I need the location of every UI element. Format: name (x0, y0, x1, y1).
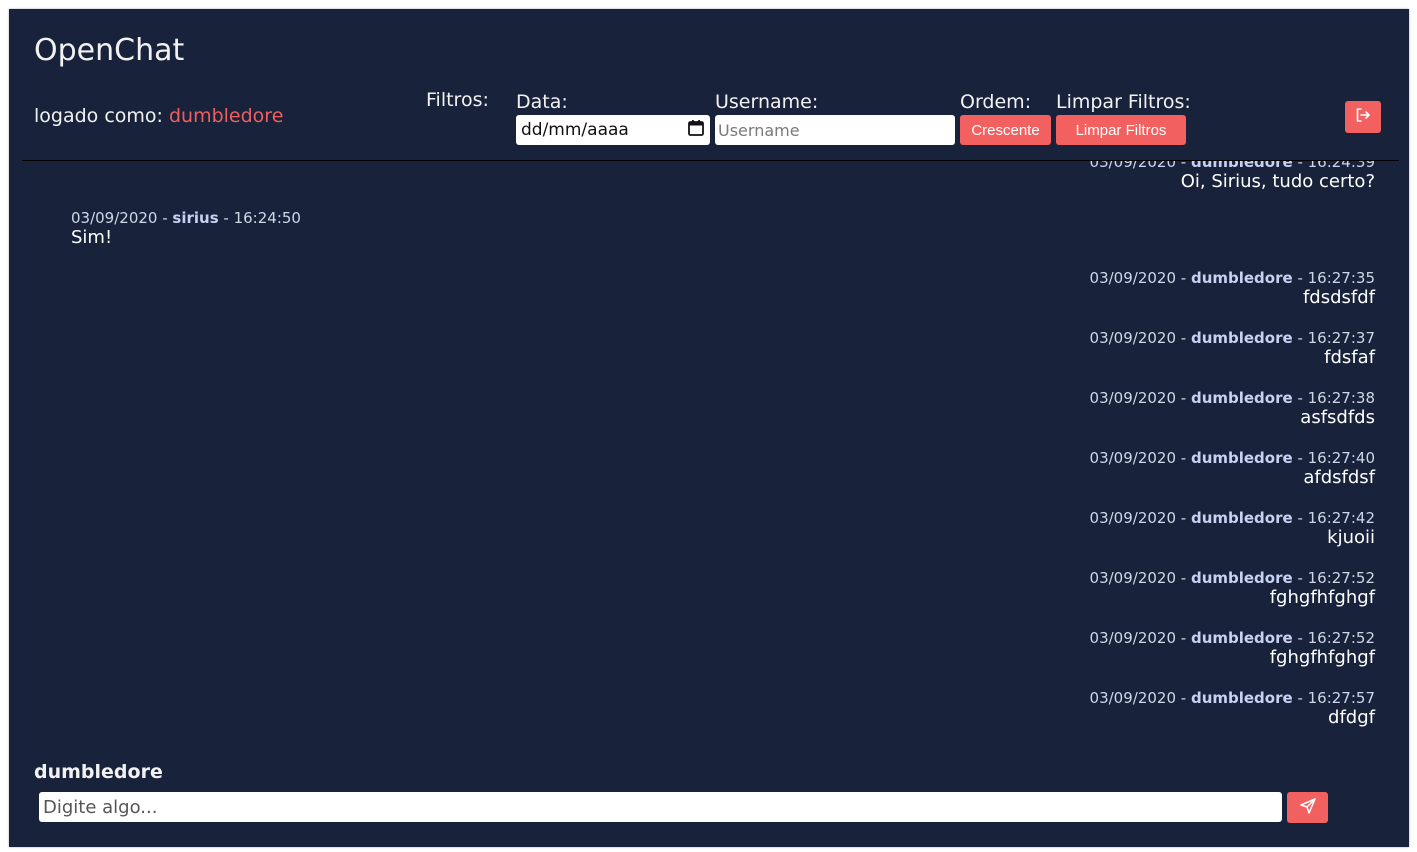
message-item: 03/09/2020 - dumbledore - 16:27:52 fghgf… (1090, 629, 1375, 669)
clear-filters-label: Limpar Filtros: (1056, 91, 1191, 113)
message-item: 03/09/2020 - dumbledore - 16:27:57 dfdgf (1090, 689, 1375, 729)
composer-username: dumbledore (34, 761, 163, 783)
date-filter-value: dd/mm/aaaa (521, 120, 629, 140)
message-item: 03/09/2020 - dumbledore - 16:27:52 fghgf… (1090, 569, 1375, 609)
logged-in-status: logado como: dumbledore (34, 105, 283, 127)
logged-username: dumbledore (168, 105, 284, 127)
message-author: dumbledore (1190, 269, 1293, 287)
message-item: 03/09/2020 - dumbledore - 16:27:35 fdsds… (1090, 269, 1375, 309)
app-window: OpenChat logado como: dumbledore Filtros… (9, 9, 1409, 847)
message-author: dumbledore (1190, 389, 1293, 407)
message-item: 03/09/2020 - dumbledore - 16:27:42 kjuoi… (1090, 509, 1375, 549)
message-text: fdsfaf (1324, 347, 1375, 368)
message-text: fghgfhfghgf (1269, 587, 1375, 608)
send-icon (1299, 797, 1317, 819)
calendar-icon[interactable] (687, 119, 705, 142)
clear-filters-button[interactable]: Limpar Filtros (1056, 115, 1186, 145)
username-filter-input[interactable] (715, 115, 955, 145)
message-meta: 03/09/2020 - dumbledore - 16:27:38 (1089, 389, 1375, 407)
message-meta: 03/09/2020 - dumbledore - 16:27:52 (1089, 569, 1375, 587)
message-item: 03/09/2020 - dumbledore - 16:27:37 fdsfa… (1090, 329, 1375, 369)
message-item: 03/09/2020 - dumbledore - 16:24:39 Oi, S… (1090, 161, 1375, 193)
message-text: dfdgf (1328, 707, 1375, 728)
message-item: 03/09/2020 - dumbledore - 16:27:38 asfsd… (1090, 389, 1375, 429)
username-filter-label: Username: (715, 91, 819, 113)
filters-label: Filtros: (426, 89, 489, 111)
message-list[interactable]: 03/09/2020 - dumbledore - 16:24:39 Oi, S… (9, 161, 1409, 751)
message-meta: 03/09/2020 - sirius - 16:24:50 (71, 209, 301, 227)
message-meta: 03/09/2020 - dumbledore - 16:27:57 (1089, 689, 1375, 707)
message-item: 03/09/2020 - sirius - 16:24:50 Sim! (71, 209, 301, 249)
message-author: dumbledore (1190, 329, 1293, 347)
message-text: fghgfhfghgf (1269, 647, 1375, 668)
message-author: dumbledore (1190, 509, 1293, 527)
message-author: dumbledore (1190, 689, 1293, 707)
logout-button[interactable] (1345, 101, 1381, 133)
date-filter-input[interactable]: dd/mm/aaaa (516, 115, 710, 145)
message-item: 03/09/2020 - dumbledore - 16:27:40 afdsf… (1090, 449, 1375, 489)
message-author: dumbledore (1190, 449, 1293, 467)
app-title: OpenChat (34, 33, 185, 68)
order-label: Ordem: (960, 91, 1032, 113)
message-meta: 03/09/2020 - dumbledore - 16:27:37 (1089, 329, 1375, 347)
message-meta: 03/09/2020 - dumbledore - 16:27:42 (1089, 509, 1375, 527)
logged-label: logado como: (34, 105, 163, 127)
message-text: kjuoii (1327, 527, 1375, 548)
logout-icon (1354, 106, 1372, 128)
message-meta: 03/09/2020 - dumbledore - 16:27:40 (1089, 449, 1375, 467)
message-meta: 03/09/2020 - dumbledore - 16:27:35 (1089, 269, 1375, 287)
send-button[interactable] (1287, 792, 1328, 823)
order-button[interactable]: Crescente (960, 115, 1051, 145)
message-text: Oi, Sirius, tudo certo? (1180, 171, 1375, 192)
message-input[interactable] (39, 792, 1282, 822)
message-author: dumbledore (1190, 569, 1293, 587)
message-text: Sim! (71, 227, 113, 248)
message-author: sirius (172, 209, 219, 227)
message-text: fdsdsfdf (1302, 287, 1375, 308)
message-author: dumbledore (1190, 629, 1293, 647)
message-text: afdsfdsf (1303, 467, 1375, 488)
message-author: dumbledore (1190, 161, 1293, 171)
date-filter-label: Data: (516, 91, 568, 113)
message-meta: 03/09/2020 - dumbledore - 16:27:52 (1089, 629, 1375, 647)
message-meta: 03/09/2020 - dumbledore - 16:24:39 (1090, 161, 1375, 171)
message-text: asfsdfds (1300, 407, 1375, 428)
